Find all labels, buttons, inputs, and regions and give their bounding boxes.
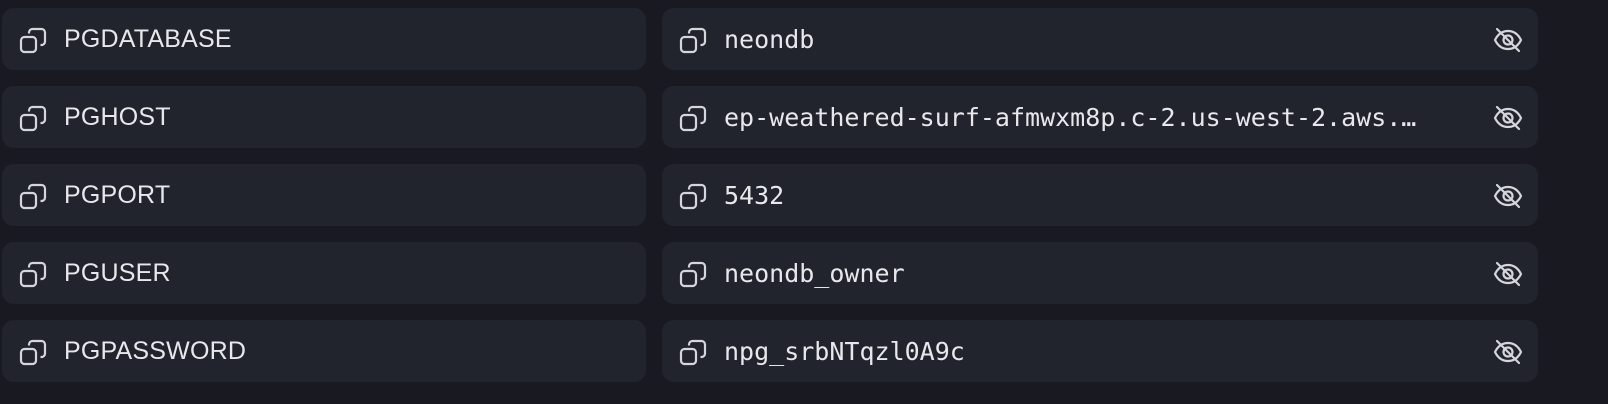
env-var-key: PGUSER (64, 258, 171, 287)
env-vars-list: PGDATABASE neondb PGHOST ep-weathered-su… (2, 8, 1538, 398)
copy-icon[interactable] (678, 104, 708, 134)
copy-icon[interactable] (678, 26, 708, 56)
env-var-value: neondb (724, 24, 815, 54)
copy-icon[interactable] (678, 338, 708, 368)
eye-off-icon[interactable] (1492, 102, 1524, 134)
copy-icon[interactable] (18, 338, 48, 368)
env-var-key-cell: PGHOST (2, 86, 646, 148)
env-var-row: PGUSER neondb_owner (2, 242, 1538, 304)
env-var-row: PGDATABASE neondb (2, 8, 1538, 70)
copy-icon[interactable] (678, 260, 708, 290)
env-var-value-cell: neondb (662, 8, 1538, 70)
env-var-row: PGHOST ep-weathered-surf-afmwxm8p.c-2.us… (2, 86, 1538, 148)
env-var-key: PGDATABASE (64, 24, 232, 53)
env-var-key: PGPORT (64, 180, 171, 209)
eye-off-icon[interactable] (1492, 258, 1524, 290)
env-var-row: PGPORT 5432 (2, 164, 1538, 226)
env-var-key: PGHOST (64, 102, 171, 131)
env-var-key-cell: PGPASSWORD (2, 320, 646, 382)
copy-icon[interactable] (18, 104, 48, 134)
eye-off-icon[interactable] (1492, 24, 1524, 56)
env-var-key-cell: PGDATABASE (2, 8, 646, 70)
env-var-value: ep-weathered-surf-afmwxm8p.c-2.us-west-2… (724, 102, 1417, 132)
env-var-value-cell: npg_srbNTqzl0A9c (662, 320, 1538, 382)
copy-icon[interactable] (18, 182, 48, 212)
copy-icon[interactable] (18, 26, 48, 56)
env-var-value: neondb_owner (724, 258, 905, 288)
env-var-row: PGPASSWORD npg_srbNTqzl0A9c (2, 320, 1538, 382)
eye-off-icon[interactable] (1492, 180, 1524, 212)
env-var-value-cell: neondb_owner (662, 242, 1538, 304)
env-var-value: npg_srbNTqzl0A9c (724, 336, 965, 366)
env-var-key-cell: PGUSER (2, 242, 646, 304)
env-var-value: 5432 (724, 180, 785, 210)
env-var-value-cell: ep-weathered-surf-afmwxm8p.c-2.us-west-2… (662, 86, 1538, 148)
eye-off-icon[interactable] (1492, 336, 1524, 368)
env-var-key-cell: PGPORT (2, 164, 646, 226)
copy-icon[interactable] (18, 260, 48, 290)
copy-icon[interactable] (678, 182, 708, 212)
env-var-key: PGPASSWORD (64, 336, 247, 365)
env-var-value-cell: 5432 (662, 164, 1538, 226)
